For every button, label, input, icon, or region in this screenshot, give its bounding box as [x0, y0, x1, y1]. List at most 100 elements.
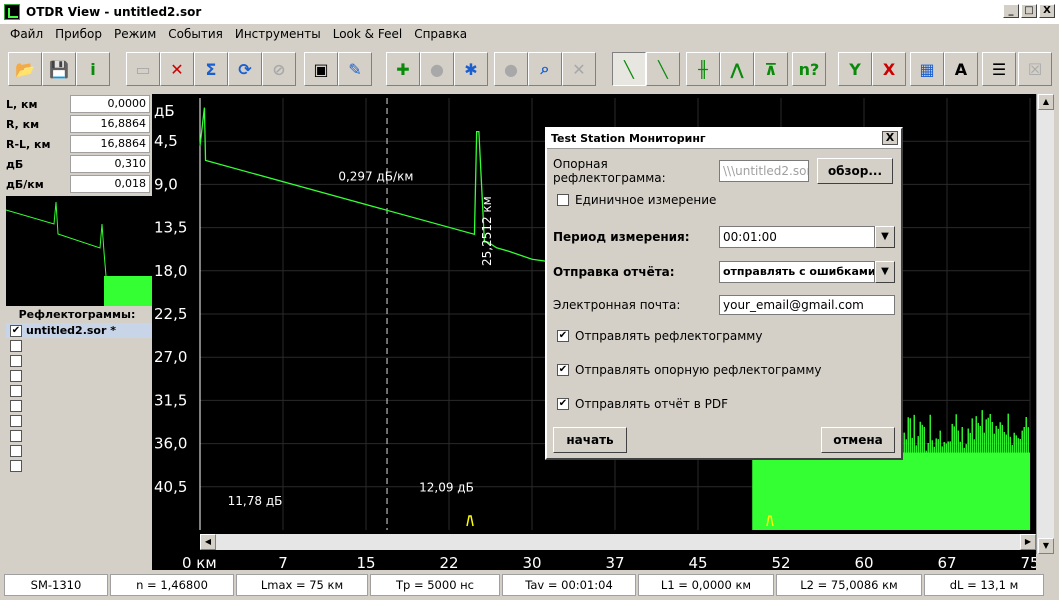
- dialog-title: Test Station Мониторинг: [551, 132, 706, 145]
- close-button[interactable]: X: [1039, 4, 1055, 18]
- checkbox-box: ✔: [557, 364, 569, 376]
- remove-event-icon[interactable]: ●: [420, 52, 454, 86]
- reflectogram-checkbox[interactable]: [10, 414, 22, 427]
- close-doc-icon[interactable]: ☒: [1018, 52, 1052, 86]
- device-icon[interactable]: ▭: [126, 52, 160, 86]
- menu-look-and-feel[interactable]: Look & Feel: [327, 27, 408, 41]
- trace-mode-4-icon[interactable]: ⋀: [720, 52, 754, 86]
- reflectogram-checkbox[interactable]: [10, 399, 22, 412]
- scroll-right-icon[interactable]: ▶: [1020, 534, 1036, 550]
- chevron-down-icon[interactable]: ▼: [875, 226, 895, 248]
- checkbox-box: [557, 194, 569, 206]
- send-reference-checkbox[interactable]: ✔ Отправлять опорную рефлектограмму: [553, 363, 821, 377]
- report-icon[interactable]: ☰: [982, 52, 1016, 86]
- app-icon: [4, 4, 20, 20]
- list-item[interactable]: [6, 353, 152, 368]
- info-icon[interactable]: i: [76, 52, 110, 86]
- list-item[interactable]: [6, 413, 152, 428]
- trace-mode-5-icon[interactable]: ⊼: [754, 52, 788, 86]
- menu-file[interactable]: Файл: [4, 27, 49, 41]
- reflectogram-checkbox[interactable]: ✔: [10, 324, 22, 337]
- help-n-icon[interactable]: n?: [792, 52, 826, 86]
- edit-event-icon[interactable]: ✱: [454, 52, 488, 86]
- vertical-scrollbar[interactable]: ▲ ▼: [1036, 94, 1054, 554]
- y-tick-label: 36,0: [154, 435, 187, 453]
- open-folder-icon[interactable]: 📂: [8, 52, 42, 86]
- scroll-up-icon[interactable]: ▲: [1038, 94, 1054, 110]
- trace-mode-3-icon[interactable]: ╫: [686, 52, 720, 86]
- reflectogram-checkbox[interactable]: [10, 429, 22, 442]
- email-row: Электронная почта: your_email@gmail.com: [553, 295, 895, 315]
- scroll-left-icon[interactable]: ◀: [200, 534, 216, 550]
- reference-label: Опорная рефлектограмма:: [553, 157, 666, 185]
- list-item[interactable]: [6, 383, 152, 398]
- tools-icon[interactable]: ✎: [338, 52, 372, 86]
- refresh-icon[interactable]: ⟳: [228, 52, 262, 86]
- list-item[interactable]: [6, 443, 152, 458]
- period-row: Период измерения: 00:01:00 ▼: [553, 226, 895, 248]
- trace-thumbnail[interactable]: [6, 196, 152, 306]
- start-button[interactable]: начать: [553, 427, 627, 453]
- status-bar: SM-1310 n = 1,46800 Lmax = 75 км Tp = 50…: [0, 572, 1059, 598]
- list-item[interactable]: [6, 458, 152, 473]
- measure-label: L, км: [6, 97, 38, 111]
- text-marker-icon[interactable]: A: [944, 52, 978, 86]
- reflectogram-checkbox[interactable]: [10, 444, 22, 457]
- x-tick-label: 75: [1020, 554, 1036, 570]
- measure-value: 0,018: [70, 175, 150, 193]
- report-select[interactable]: отправлять с ошибками ▼: [719, 261, 895, 283]
- list-item[interactable]: [6, 338, 152, 353]
- maximize-button[interactable]: □: [1021, 4, 1037, 18]
- single-measure-checkbox[interactable]: Единичное измерение: [553, 193, 716, 207]
- reflectogram-checkbox[interactable]: [10, 384, 22, 397]
- reflectogram-checkbox[interactable]: [10, 339, 22, 352]
- dialog-close-button[interactable]: X: [882, 131, 898, 145]
- cancel-measure-icon[interactable]: ✕: [160, 52, 194, 86]
- delete-event-icon[interactable]: ●: [494, 52, 528, 86]
- horizontal-scrollbar[interactable]: ◀ ▶: [200, 534, 1036, 550]
- menu-help[interactable]: Справка: [408, 27, 473, 41]
- marker-red-icon[interactable]: X: [872, 52, 906, 86]
- chevron-down-icon[interactable]: ▼: [875, 261, 895, 283]
- menu-device[interactable]: Прибор: [49, 27, 108, 41]
- list-item[interactable]: ✔ untitled2.sor *: [6, 323, 152, 338]
- search-event-icon[interactable]: ⌕: [528, 52, 562, 86]
- chart-annotation: 12,09 дБ: [419, 481, 474, 495]
- monitoring-dialog: Test Station Мониторинг X Опорная рефлек…: [545, 127, 903, 460]
- reflectogram-name: untitled2.sor *: [26, 324, 116, 337]
- sum-refresh-icon[interactable]: Σ: [194, 52, 228, 86]
- send-reflectogram-row: ✔ Отправлять рефлектограмму: [553, 329, 762, 343]
- browse-button[interactable]: обзор...: [817, 158, 893, 184]
- window-controls: _ □ X: [1003, 4, 1055, 18]
- trace-mode-2-icon[interactable]: ╲: [646, 52, 680, 86]
- send-reflectogram-checkbox[interactable]: ✔ Отправлять рефлектограмму: [553, 329, 762, 343]
- reference-field[interactable]: \\\untitled2.sor: [719, 160, 809, 182]
- clear-events-icon[interactable]: ✕: [562, 52, 596, 86]
- menu-mode[interactable]: Режим: [108, 27, 162, 41]
- menu-tools[interactable]: Инструменты: [229, 27, 327, 41]
- trace-mode-icon[interactable]: ╲: [612, 52, 646, 86]
- list-item[interactable]: [6, 428, 152, 443]
- period-select[interactable]: 00:01:00 ▼: [719, 226, 895, 248]
- measure-row-db: дБ 0,310: [4, 154, 152, 174]
- x-tick-label: 22: [439, 554, 458, 570]
- menu-bar: Файл Прибор Режим События Инструменты Lo…: [0, 24, 1059, 44]
- save-icon[interactable]: 💾: [42, 52, 76, 86]
- add-event-icon[interactable]: ✚: [386, 52, 420, 86]
- minimize-button[interactable]: _: [1003, 4, 1019, 18]
- reflectogram-checkbox[interactable]: [10, 369, 22, 382]
- send-pdf-checkbox[interactable]: ✔ Отправлять отчёт в PDF: [553, 397, 728, 411]
- reflectogram-checkbox[interactable]: [10, 354, 22, 367]
- y-tick-label: 22,5: [154, 305, 187, 323]
- table-icon[interactable]: ▦: [910, 52, 944, 86]
- marker-green-icon[interactable]: Y: [838, 52, 872, 86]
- email-field[interactable]: your_email@gmail.com: [719, 295, 895, 315]
- reflectogram-checkbox[interactable]: [10, 459, 22, 472]
- cancel-button[interactable]: отмена: [821, 427, 895, 453]
- scroll-down-icon[interactable]: ▼: [1038, 538, 1054, 554]
- list-item[interactable]: [6, 398, 152, 413]
- menu-events[interactable]: События: [162, 27, 229, 41]
- stop-icon[interactable]: ⊘: [262, 52, 296, 86]
- list-item[interactable]: [6, 368, 152, 383]
- screen-icon[interactable]: ▣: [304, 52, 338, 86]
